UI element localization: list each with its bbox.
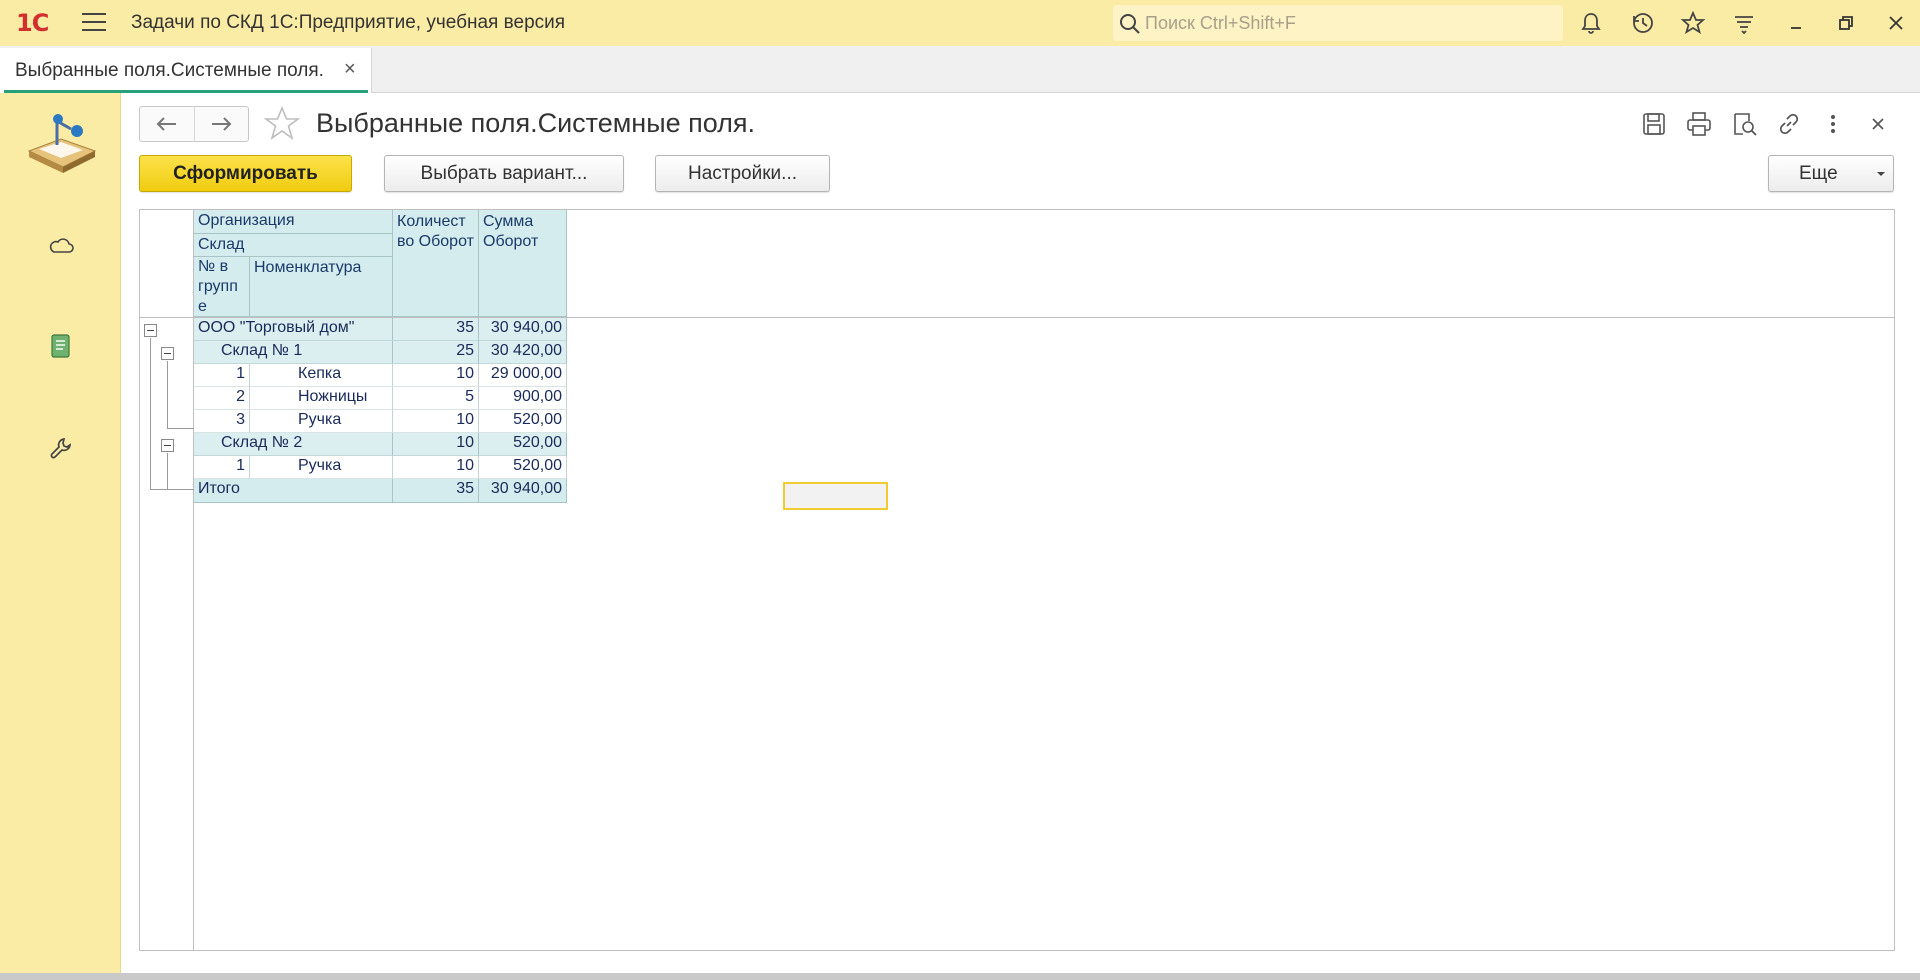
search-icon: [1120, 14, 1140, 34]
collapse-org-toggle[interactable]: [144, 324, 157, 337]
org-qty: 35: [393, 318, 479, 341]
tree-line: [167, 361, 168, 428]
header-sum: Сумма Оборот: [479, 210, 567, 317]
tab-report[interactable]: Выбранные поля.Системные поля. ×: [0, 48, 372, 93]
app-logo: 1С: [16, 9, 49, 37]
selected-cell[interactable]: [783, 482, 888, 510]
navigation-buttons: [139, 106, 249, 142]
table-row-qty: 10: [393, 364, 479, 387]
book-icon: [50, 334, 70, 358]
favorite-star-icon[interactable]: [263, 105, 301, 143]
table-row-num: 3: [194, 410, 250, 433]
table-row-qty: 5: [393, 387, 479, 410]
home-desk-icon: [27, 114, 96, 173]
restore-icon[interactable]: [1833, 10, 1859, 36]
wrench-icon: [50, 438, 71, 459]
dropdown-caret-icon: [1877, 172, 1885, 176]
tab-close-icon[interactable]: ×: [344, 58, 356, 81]
sidebar-item-cloud[interactable]: [0, 235, 121, 255]
tree-line: [150, 489, 194, 490]
table-row-sum: 900,00: [479, 387, 567, 410]
page-title: Выбранные поля.Системные поля.: [316, 108, 756, 138]
total-label: Итого: [194, 479, 393, 503]
table-row-qty: 10: [393, 456, 479, 479]
total-qty: 35: [393, 479, 479, 503]
bell-icon[interactable]: [1578, 10, 1604, 36]
top-bar: 1С Задачи по СКД 1С:Предприятие, учебная…: [0, 0, 1920, 46]
more-button[interactable]: Еще: [1768, 155, 1894, 192]
generate-button[interactable]: Сформировать: [139, 155, 352, 192]
preview-icon[interactable]: [1730, 110, 1758, 138]
form-area: Выбранные поля.Системные поля. Сформиров…: [121, 93, 1920, 973]
favorites-star-icon[interactable]: [1680, 10, 1706, 36]
sidebar-item-tools[interactable]: [0, 435, 121, 461]
org-label: ООО "Торговый дом": [194, 318, 393, 341]
search-box[interactable]: [1113, 5, 1563, 41]
sidebar-item-book[interactable]: [0, 333, 121, 359]
sidebar-item-home[interactable]: [0, 111, 121, 177]
report-spreadsheet[interactable]: Организация Склад № в групп е Номенклату…: [139, 209, 1895, 951]
functions-menu-icon[interactable]: [1731, 10, 1757, 36]
minimize-icon[interactable]: [1783, 10, 1809, 36]
header-num: № в групп е: [194, 257, 250, 317]
warehouse2-qty: 10: [393, 433, 479, 456]
close-form-icon[interactable]: [1864, 110, 1892, 138]
warehouse1-qty: 25: [393, 341, 479, 364]
header-org: Организация: [194, 210, 393, 234]
sidebar: [0, 93, 121, 973]
bottom-strip: [0, 973, 1920, 980]
warehouse2-sum: 520,00: [479, 433, 567, 456]
more-vertical-icon[interactable]: [1819, 110, 1847, 138]
cloud-icon: [49, 238, 74, 253]
header-warehouse: Склад: [194, 234, 393, 257]
header-item: Номенклатура: [250, 257, 393, 317]
table-row-sum: 520,00: [479, 456, 567, 479]
table-row-item: Кепка: [250, 364, 393, 387]
link-icon[interactable]: [1775, 110, 1803, 138]
warehouse2-label: Склад № 2: [194, 433, 393, 456]
tree-line: [167, 428, 194, 429]
org-sum: 30 940,00: [479, 318, 567, 341]
table-row-num: 1: [194, 456, 250, 479]
save-icon[interactable]: [1640, 110, 1668, 138]
collapse-warehouse2-toggle[interactable]: [161, 439, 174, 452]
choose-variant-button[interactable]: Выбрать вариант...: [384, 155, 624, 192]
table-row-num: 2: [194, 387, 250, 410]
tab-label: Выбранные поля.Системные поля.: [15, 60, 324, 81]
arrow-right-icon: [212, 117, 232, 131]
main-menu-icon[interactable]: [82, 13, 106, 33]
app-title: Задачи по СКД 1С:Предприятие, учебная ве…: [131, 12, 566, 33]
table-row-sum: 29 000,00: [479, 364, 567, 387]
search-input[interactable]: [1145, 5, 1555, 41]
table-row-item: Ножницы: [250, 387, 393, 410]
close-window-icon[interactable]: [1883, 10, 1909, 36]
print-icon[interactable]: [1685, 110, 1713, 138]
forward-button[interactable]: [193, 107, 249, 141]
warehouse1-label: Склад № 1: [194, 341, 393, 364]
warehouse1-sum: 30 420,00: [479, 341, 567, 364]
tree-line: [167, 453, 168, 489]
tree-line: [150, 338, 151, 489]
table-row-num: 1: [194, 364, 250, 387]
table-row-item: Ручка: [250, 410, 393, 433]
table-row-item: Ручка: [250, 456, 393, 479]
table-row-qty: 10: [393, 410, 479, 433]
history-icon[interactable]: [1630, 10, 1656, 36]
total-sum: 30 940,00: [479, 479, 567, 503]
arrow-left-icon: [156, 117, 176, 131]
table-row-sum: 520,00: [479, 410, 567, 433]
more-label: Еще: [1799, 162, 1838, 184]
tab-bar: Выбранные поля.Системные поля. ×: [0, 46, 1920, 93]
header-qty: Количест во Оборот: [393, 210, 479, 317]
settings-button[interactable]: Настройки...: [655, 155, 830, 192]
back-button[interactable]: [140, 107, 194, 141]
collapse-warehouse1-toggle[interactable]: [161, 347, 174, 360]
